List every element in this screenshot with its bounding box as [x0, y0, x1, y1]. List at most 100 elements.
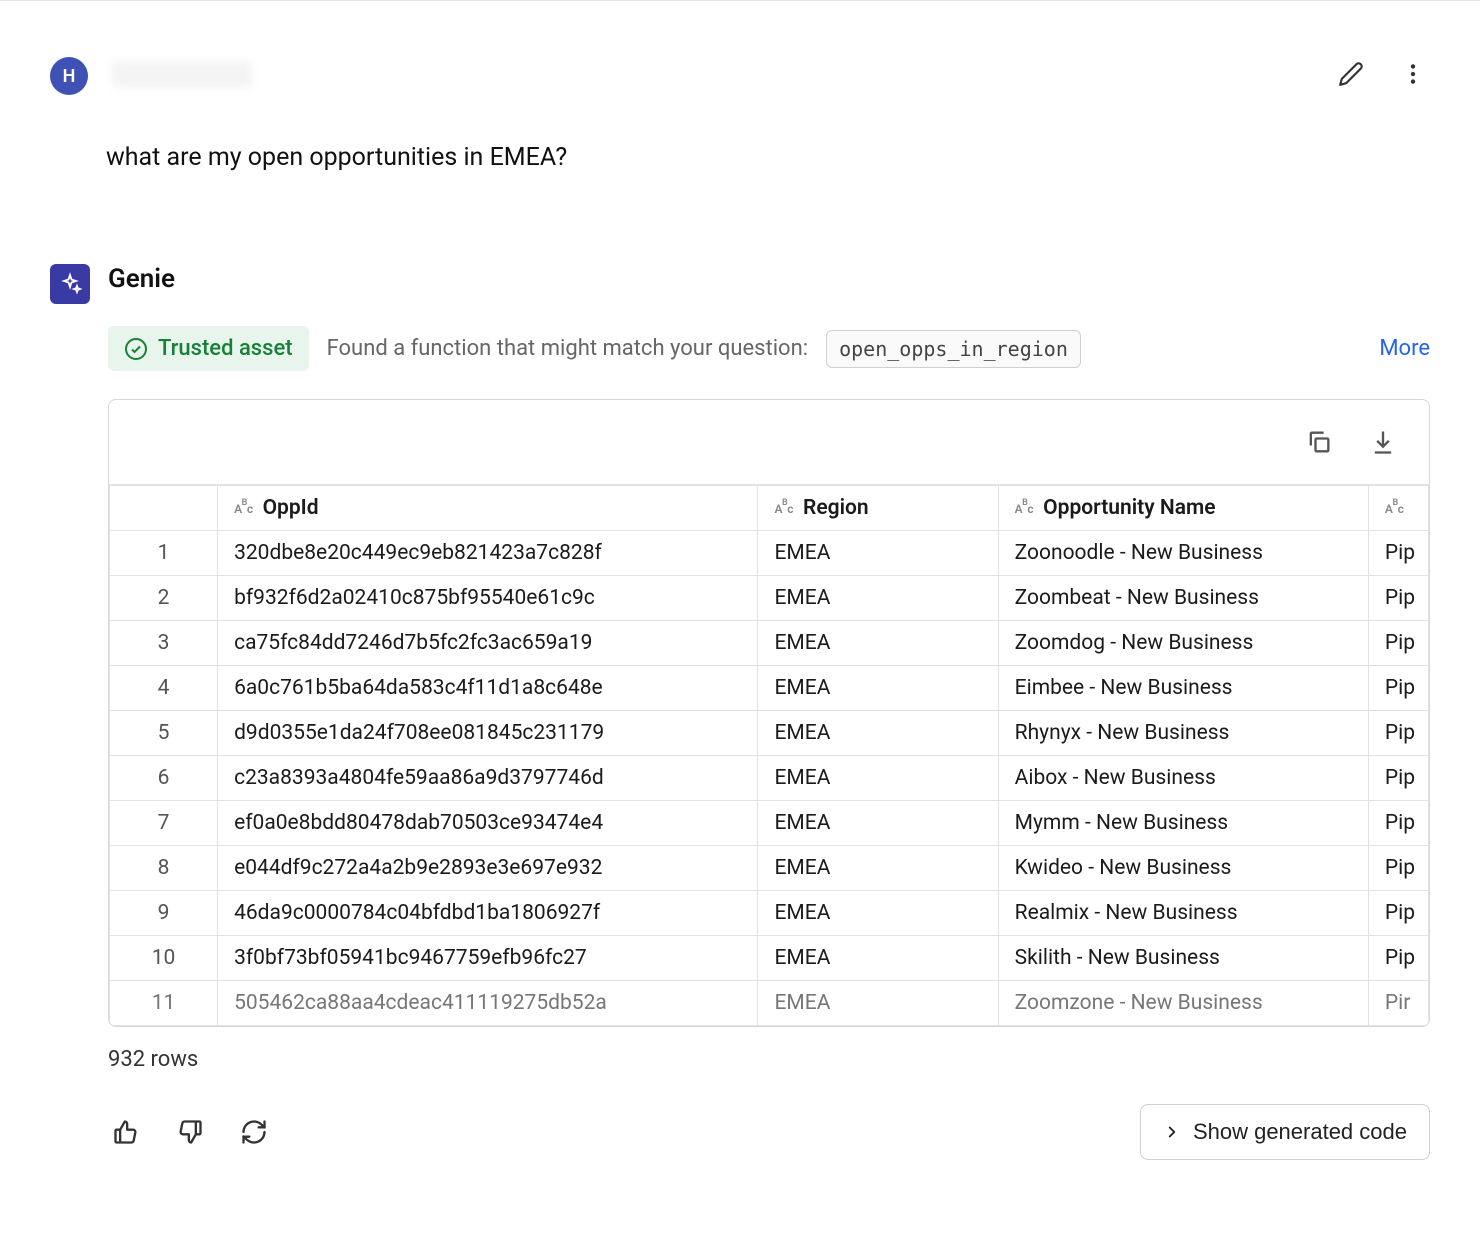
cell-index: 4: [110, 666, 218, 711]
cell-index: 7: [110, 801, 218, 846]
cell-region: EMEA: [758, 846, 998, 891]
user-message-row: H what are my open opportunities in EMEA…: [50, 1, 1430, 184]
table-row[interactable]: 8e044df9c272a4a2b9e2893e3e697e932EMEAKwi…: [110, 846, 1429, 891]
type-string-icon: ABc: [1385, 501, 1404, 516]
cell-index: 5: [110, 711, 218, 756]
table-row[interactable]: 5d9d0355e1da24f708ee081845c231179EMEARhy…: [110, 711, 1429, 756]
column-header-stage[interactable]: ABc: [1368, 486, 1428, 531]
user-question-text: what are my open opportunities in EMEA?: [106, 143, 1430, 172]
table-row[interactable]: 946da9c0000784c04bfdbd1ba1806927fEMEARea…: [110, 891, 1429, 936]
cell-region: EMEA: [758, 576, 998, 621]
column-header-oppname[interactable]: ABc Opportunity Name: [998, 486, 1368, 531]
cell-stage: Pip: [1368, 621, 1428, 666]
cell-oppname: Eimbee - New Business: [998, 666, 1368, 711]
thumbs-up-icon: [112, 1118, 140, 1146]
cell-stage: Pip: [1368, 711, 1428, 756]
table-row[interactable]: 7ef0a0e8bdd80478dab70503ce93474e4EMEAMym…: [110, 801, 1429, 846]
column-label: Region: [803, 496, 869, 520]
trust-bar: Trusted asset Found a function that migh…: [108, 326, 1430, 371]
cell-stage: Pir: [1368, 981, 1428, 1026]
cell-index: 2: [110, 576, 218, 621]
user-avatar-letter: H: [63, 66, 76, 87]
table-row[interactable]: 2bf932f6d2a02410c875bf95540e61c9cEMEAZoo…: [110, 576, 1429, 621]
pencil-icon: [1338, 61, 1364, 87]
cell-oppid: c23a8393a4804fe59aa86a9d3797746d: [218, 756, 758, 801]
cell-index: 8: [110, 846, 218, 891]
cell-oppname: Kwideo - New Business: [998, 846, 1368, 891]
cell-region: EMEA: [758, 621, 998, 666]
cell-oppid: e044df9c272a4a2b9e2893e3e697e932: [218, 846, 758, 891]
thumbs-down-icon: [176, 1118, 204, 1146]
show-generated-code-button[interactable]: Show generated code: [1140, 1104, 1430, 1160]
sparkle-icon: [58, 272, 82, 296]
cell-region: EMEA: [758, 756, 998, 801]
download-button[interactable]: [1365, 424, 1401, 460]
cell-index: 11: [110, 981, 218, 1026]
cell-stage: Pip: [1368, 846, 1428, 891]
copy-button[interactable]: [1301, 424, 1337, 460]
table-row[interactable]: 6c23a8393a4804fe59aa86a9d3797746dEMEAAib…: [110, 756, 1429, 801]
cell-index: 10: [110, 936, 218, 981]
cell-stage: Pip: [1368, 666, 1428, 711]
user-name-blurred: [112, 61, 252, 87]
table-row[interactable]: 103f0bf73bf05941bc9467759efb96fc27EMEASk…: [110, 936, 1429, 981]
more-menu-button[interactable]: [1396, 57, 1430, 91]
cell-region: EMEA: [758, 531, 998, 576]
edit-button[interactable]: [1334, 57, 1368, 91]
cell-region: EMEA: [758, 891, 998, 936]
panel-toolbar: [109, 400, 1429, 484]
cell-stage: Pip: [1368, 576, 1428, 621]
type-string-icon: ABc: [1015, 501, 1034, 516]
cell-oppid: d9d0355e1da24f708ee081845c231179: [218, 711, 758, 756]
cell-region: EMEA: [758, 936, 998, 981]
cell-oppid: ef0a0e8bdd80478dab70503ce93474e4: [218, 801, 758, 846]
cell-oppid: 46da9c0000784c04bfdbd1ba1806927f: [218, 891, 758, 936]
cell-oppname: Realmix - New Business: [998, 891, 1368, 936]
table-row[interactable]: 3ca75fc84dd7246d7b5fc2fc3ac659a19EMEAZoo…: [110, 621, 1429, 666]
cell-region: EMEA: [758, 711, 998, 756]
cell-stage: Pip: [1368, 891, 1428, 936]
function-chip[interactable]: open_opps_in_region: [826, 330, 1081, 368]
cell-stage: Pip: [1368, 531, 1428, 576]
column-header-region[interactable]: ABc Region: [758, 486, 998, 531]
copy-icon: [1305, 428, 1333, 456]
cell-oppname: Zoombeat - New Business: [998, 576, 1368, 621]
found-function-text: Found a function that might match your q…: [327, 336, 809, 361]
results-table: ABcOppId ABc Region ABc Opportunity Name A…: [109, 485, 1429, 1026]
result-panel: ABcOppId ABc Region ABc Opportunity Name A…: [108, 399, 1430, 1027]
thumbs-up-button[interactable]: [108, 1114, 144, 1150]
kebab-icon: [1400, 61, 1426, 87]
cell-oppid: ca75fc84dd7246d7b5fc2fc3ac659a19: [218, 621, 758, 666]
trusted-asset-label: Trusted asset: [158, 336, 293, 361]
thumbs-down-button[interactable]: [172, 1114, 208, 1150]
column-header-index[interactable]: [110, 486, 218, 531]
cell-oppname: Zoomdog - New Business: [998, 621, 1368, 666]
row-count-text: 932 rows: [108, 1047, 1430, 1072]
refresh-button[interactable]: [236, 1114, 272, 1150]
show-code-label: Show generated code: [1193, 1119, 1407, 1145]
type-string-icon: ABc: [774, 501, 793, 516]
table-row[interactable]: 11505462ca88aa4cdeac411119275db52aEMEAZo…: [110, 981, 1429, 1026]
cell-stage: Pip: [1368, 801, 1428, 846]
chevron-right-icon: [1163, 1123, 1181, 1141]
cell-index: 1: [110, 531, 218, 576]
refresh-icon: [240, 1118, 268, 1146]
cell-oppid: 3f0bf73bf05941bc9467759efb96fc27: [218, 936, 758, 981]
cell-oppname: Zoonoodle - New Business: [998, 531, 1368, 576]
check-circle-icon: [124, 337, 148, 361]
table-row[interactable]: 1320dbe8e20c449ec9eb821423a7c828fEMEAZoo…: [110, 531, 1429, 576]
cell-oppid: 320dbe8e20c449ec9eb821423a7c828f: [218, 531, 758, 576]
cell-index: 9: [110, 891, 218, 936]
assistant-message-row: Genie Trusted asset Found a function tha…: [50, 184, 1430, 1160]
trusted-asset-badge: Trusted asset: [108, 326, 309, 371]
cell-oppid: bf932f6d2a02410c875bf95540e61c9c: [218, 576, 758, 621]
cell-oppname: Zoomzone - New Business: [998, 981, 1368, 1026]
cell-oppid: 6a0c761b5ba64da583c4f11d1a8c648e: [218, 666, 758, 711]
table-row[interactable]: 46a0c761b5ba64da583c4f11d1a8c648eEMEAEim…: [110, 666, 1429, 711]
more-link[interactable]: More: [1379, 336, 1430, 361]
cell-oppname: Rhynyx - New Business: [998, 711, 1368, 756]
column-label: Opportunity Name: [1043, 496, 1215, 520]
assistant-name: Genie: [108, 264, 1430, 294]
cell-region: EMEA: [758, 981, 998, 1026]
column-header-oppid[interactable]: ABcOppId: [218, 486, 758, 531]
